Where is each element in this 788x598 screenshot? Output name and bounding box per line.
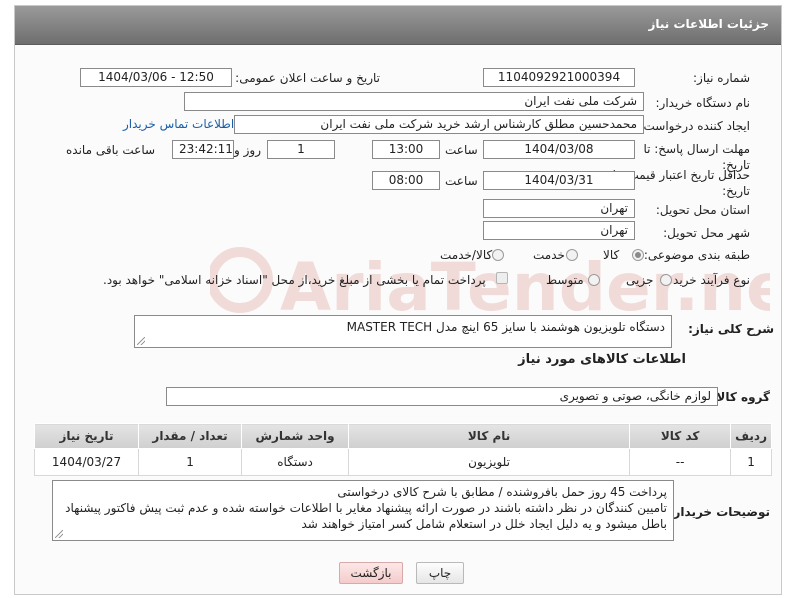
category-radio-goods[interactable] xyxy=(632,249,644,261)
category-option-goods-service: کالا/خدمت xyxy=(440,248,493,262)
buyer-contact-link[interactable]: اطلاعات تماس خریدار xyxy=(123,117,234,131)
buyer-notes-line-3: باطل میشود و یه دلیل ایجاد خلل در استعلا… xyxy=(301,517,668,531)
category-radio-service[interactable] xyxy=(566,249,578,261)
city-field[interactable]: تهران xyxy=(483,221,635,240)
process-radio-medium[interactable] xyxy=(588,274,600,286)
col-code: کد کالا xyxy=(629,423,732,449)
treasury-payment-note: پرداخت تمام یا بخشی از مبلغ خرید،از محل … xyxy=(103,273,486,287)
province-field[interactable]: تهران xyxy=(483,199,635,218)
buyer-notes-line-2: تامیین کنندگان در نظر داشته باشند در صور… xyxy=(65,501,667,515)
cell-unit: دستگاه xyxy=(241,448,350,476)
process-option-minor: جزیی xyxy=(626,273,654,287)
goods-group-label: گروه کالا: xyxy=(711,390,770,404)
need-number-label: شماره نیاز: xyxy=(693,71,750,85)
description-textarea[interactable]: دستگاه تلویزیون هوشمند با سایز 65 اینچ م… xyxy=(134,315,672,348)
buyer-notes-label: توضیحات خریدار: xyxy=(668,505,770,519)
requester-label: ایجاد کننده درخواست: xyxy=(639,119,750,133)
description-label: شرح کلی نیاز: xyxy=(688,322,774,336)
table-row: 1 -- تلویزیون دستگاه 1 1404/03/27 xyxy=(33,448,772,476)
process-radio-minor[interactable] xyxy=(660,274,672,286)
print-button[interactable]: چاپ xyxy=(416,562,464,584)
days-word-label: روز و xyxy=(234,143,261,157)
treasury-payment-checkbox[interactable] xyxy=(496,272,508,284)
back-button[interactable]: بازگشت xyxy=(339,562,403,584)
buyer-notes-line-1: پرداخت 45 روز حمل بافروشنده / مطابق با ش… xyxy=(337,485,667,499)
buyer-notes-textarea[interactable]: پرداخت 45 روز حمل بافروشنده / مطابق با ش… xyxy=(52,480,674,541)
category-radio-goods-service[interactable] xyxy=(492,249,504,261)
col-date: تاریخ نیاز xyxy=(33,423,140,449)
remaining-time-field[interactable]: 23:42:11 xyxy=(172,140,234,159)
validity-date-field[interactable]: 1404/03/31 xyxy=(483,171,635,190)
deadline-time-label: ساعت xyxy=(445,143,478,157)
process-option-medium: متوسط xyxy=(546,273,584,287)
panel-header: جزئیات اطلاعات نیاز xyxy=(15,6,781,45)
requester-field[interactable]: محمدحسین مطلق کارشناس ارشد خرید شرکت ملی… xyxy=(234,115,644,134)
validity-time-label: ساعت xyxy=(445,174,478,188)
goods-table-header: ردیف کد کالا نام کالا واحد شمارش تعداد /… xyxy=(33,423,772,449)
cell-code: -- xyxy=(629,448,732,476)
announce-label: تاریخ و ساعت اعلان عمومی: xyxy=(235,71,380,85)
deadline-time-field[interactable]: 13:00 xyxy=(372,140,440,159)
province-label: استان محل تحویل: xyxy=(655,203,750,217)
goods-group-field[interactable]: لوازم خانگی، صوتی و تصویری xyxy=(166,387,718,406)
city-label: شهر محل تحویل: xyxy=(663,226,750,240)
category-option-service: خدمت xyxy=(533,248,565,262)
remaining-time-label: ساعت باقی مانده xyxy=(66,143,156,157)
days-remaining-field[interactable]: 1 xyxy=(267,140,335,159)
buyer-org-field[interactable]: شرکت ملی نفت ایران xyxy=(184,92,644,111)
category-label: طبقه بندی موضوعی: xyxy=(643,248,750,262)
buyer-notes-resize-handle[interactable] xyxy=(55,530,63,538)
cell-qty: 1 xyxy=(138,448,243,476)
buyer-org-label: نام دستگاه خریدار: xyxy=(655,96,751,110)
cell-name: تلویزیون xyxy=(348,448,631,476)
col-name: نام کالا xyxy=(348,423,631,449)
col-qty: تعداد / مقدار xyxy=(138,423,243,449)
cell-row: 1 xyxy=(730,448,772,476)
col-unit: واحد شمارش xyxy=(241,423,350,449)
panel-title: جزئیات اطلاعات نیاز xyxy=(648,17,769,31)
validity-time-field[interactable]: 08:00 xyxy=(372,171,440,190)
description-resize-handle[interactable] xyxy=(137,337,145,345)
announce-datetime-field[interactable]: 1404/03/06 - 12:50 xyxy=(80,68,232,87)
cell-date: 1404/03/27 xyxy=(33,448,140,476)
col-row: ردیف xyxy=(730,423,772,449)
need-number-field[interactable]: 1104092921000394 xyxy=(483,68,635,87)
category-option-goods: کالا xyxy=(603,248,620,262)
goods-table: ردیف کد کالا نام کالا واحد شمارش تعداد /… xyxy=(33,423,772,476)
deadline-date-field[interactable]: 1404/03/08 xyxy=(483,140,635,159)
goods-section-title: اطلاعات کالاهای مورد نیاز xyxy=(518,352,686,367)
process-label: نوع فرآیند خرید : xyxy=(665,273,750,287)
